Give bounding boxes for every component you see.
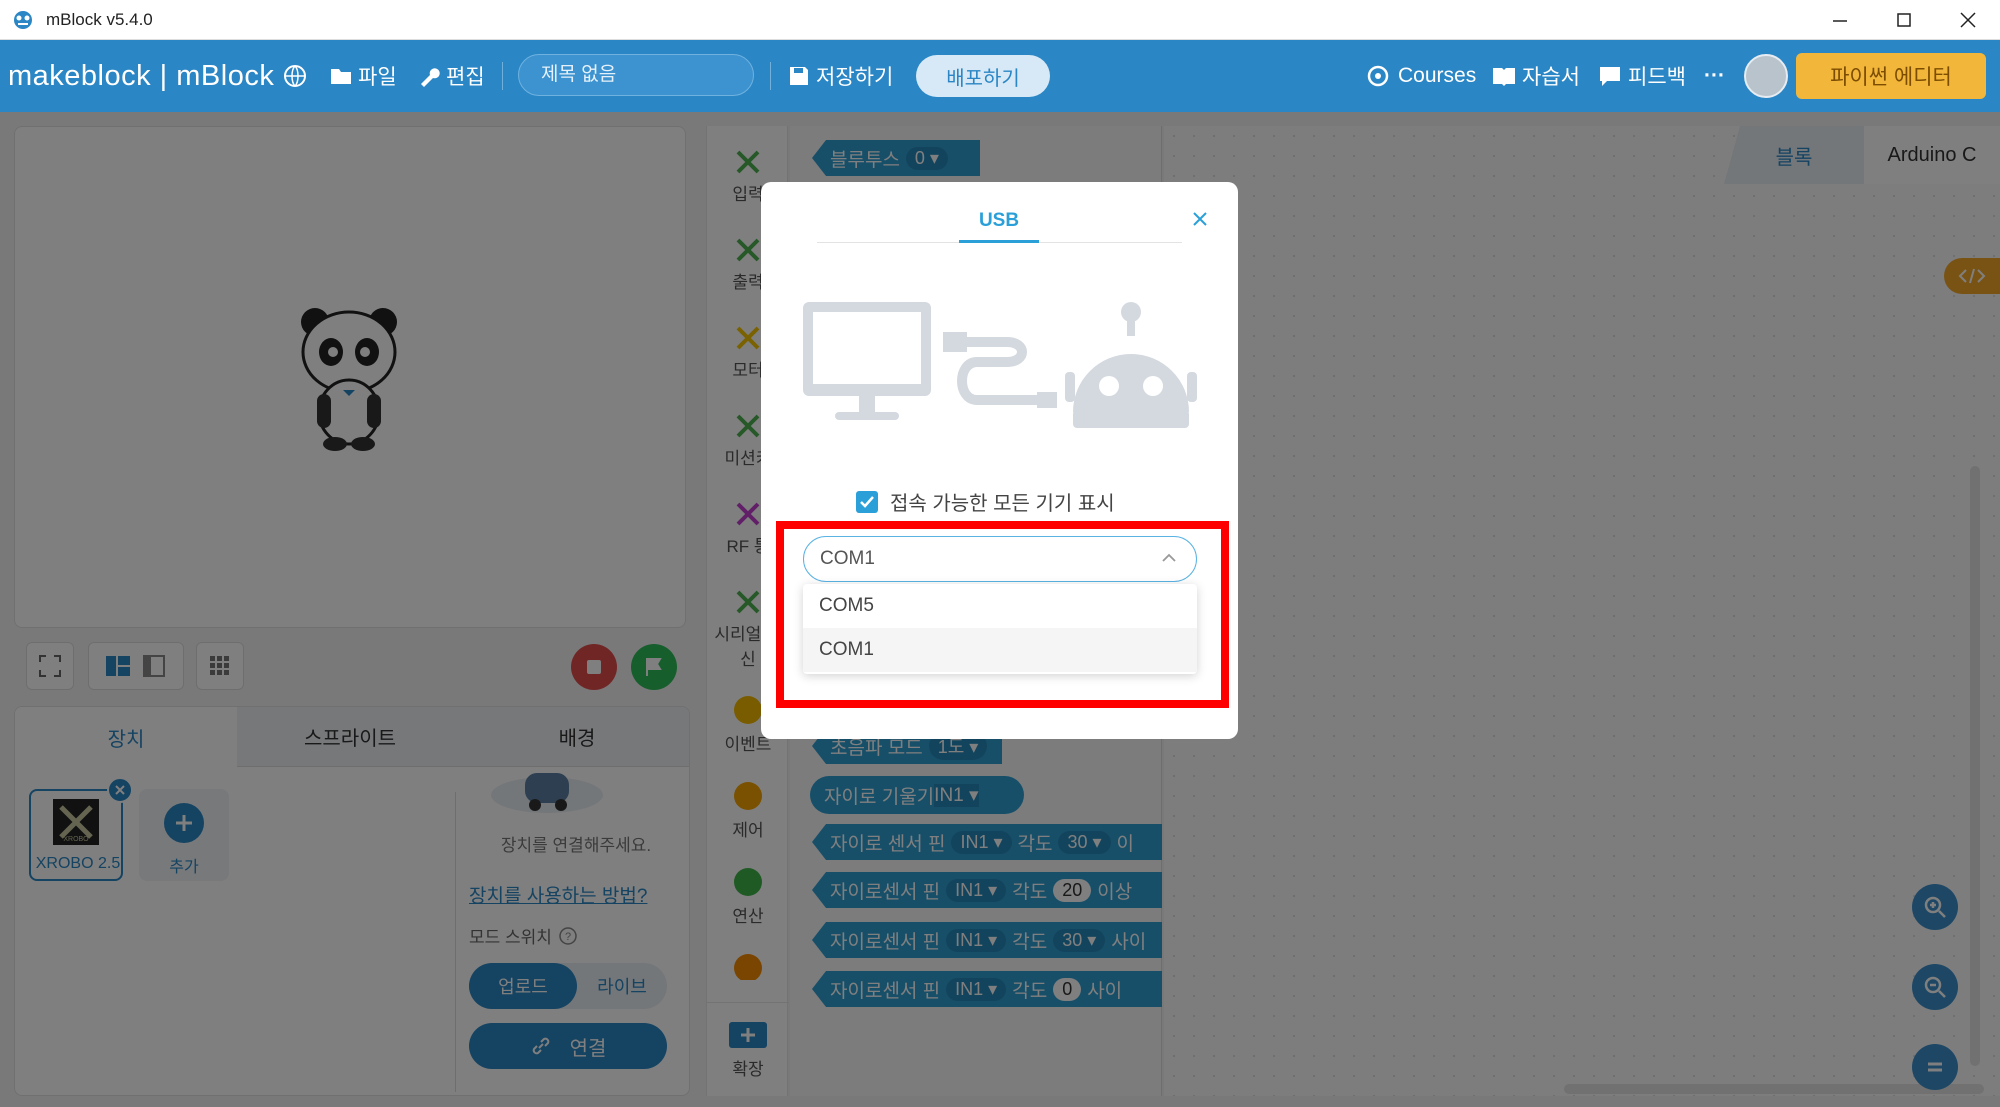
checkmark-icon xyxy=(860,495,874,508)
language-button[interactable] xyxy=(282,40,314,112)
save-label: 저장하기 xyxy=(816,66,894,89)
courses-link[interactable]: Courses xyxy=(1364,40,1476,112)
edit-menu-label: 편집 xyxy=(446,66,485,89)
show-all-devices-option[interactable]: 접속 가능한 모든 기기 표시 xyxy=(856,487,1115,516)
close-icon xyxy=(1193,212,1207,226)
courses-icon xyxy=(1367,65,1389,87)
book-icon xyxy=(1493,68,1515,86)
user-avatar[interactable] xyxy=(1744,54,1788,98)
tutorials-link[interactable]: 자습서 xyxy=(1492,40,1580,112)
active-tab-indicator xyxy=(959,240,1039,243)
header-divider xyxy=(770,62,771,90)
show-all-label: 접속 가능한 모든 기기 표시 xyxy=(890,493,1115,515)
computer-icon xyxy=(803,302,931,420)
highlight-annotation xyxy=(776,521,1229,708)
window-titlebar: mBlock v5.4.0 xyxy=(0,0,2000,40)
more-menu-button[interactable]: ··· xyxy=(1704,40,1725,112)
maximize-icon xyxy=(1897,13,1911,27)
python-editor-button[interactable]: 파이썬 에디터 xyxy=(1796,53,1986,99)
usb-connection-illustration xyxy=(803,302,1197,428)
app-header: makeblock | mBlock 파일 편집 제목 없음 저장하기 배포하기… xyxy=(0,40,2000,112)
show-all-checkbox[interactable] xyxy=(856,490,878,513)
makeblock-logo: makeblock | mBlock xyxy=(8,59,275,92)
minimize-button[interactable] xyxy=(1808,0,1872,40)
feedback-link[interactable]: 피드백 xyxy=(1598,40,1686,112)
save-icon xyxy=(790,67,808,85)
maximize-button[interactable] xyxy=(1872,0,1936,40)
globe-icon xyxy=(284,65,306,87)
minimize-icon xyxy=(1833,20,1847,22)
usb-cable-icon xyxy=(943,332,1057,408)
file-menu[interactable]: 파일 xyxy=(330,40,397,112)
save-button[interactable]: 저장하기 xyxy=(788,40,893,112)
close-dialog-button[interactable] xyxy=(1185,204,1215,234)
close-window-button[interactable] xyxy=(1936,0,2000,40)
mblock-app-icon xyxy=(14,10,32,29)
feedback-label: 피드백 xyxy=(1628,66,1686,89)
tab-usb[interactable]: USB xyxy=(959,198,1039,244)
window-title: mBlock v5.4.0 xyxy=(46,9,153,29)
wrench-icon xyxy=(421,68,440,87)
close-icon xyxy=(1960,12,1976,28)
project-title-input[interactable]: 제목 없음 xyxy=(518,54,754,96)
chat-icon xyxy=(1600,67,1620,86)
robot-icon xyxy=(1065,302,1197,428)
file-menu-label: 파일 xyxy=(358,66,397,89)
tutorials-label: 자습서 xyxy=(1522,66,1580,89)
edit-menu[interactable]: 편집 xyxy=(418,40,485,112)
courses-label: Courses xyxy=(1398,64,1477,87)
header-divider xyxy=(502,62,503,90)
deploy-button[interactable]: 배포하기 xyxy=(916,55,1050,97)
folder-icon xyxy=(331,69,351,84)
